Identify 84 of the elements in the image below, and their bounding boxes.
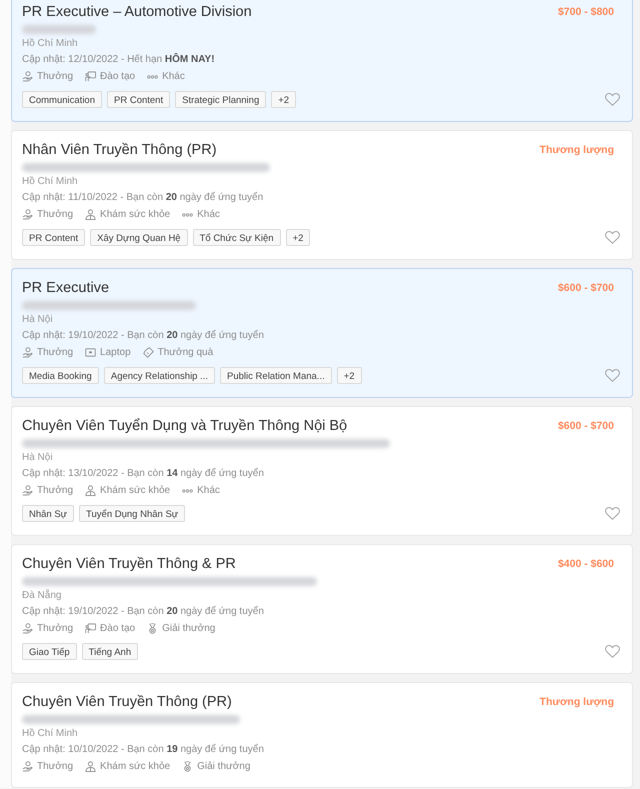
- benefit-label: Laptop: [100, 346, 131, 358]
- skill-tag: Tiếng Anh: [82, 642, 138, 660]
- person-icon: [85, 760, 96, 772]
- job-title[interactable]: PR Executive – Automotive Division: [22, 2, 252, 22]
- benefit-label: Khám sức khỏe: [100, 760, 170, 772]
- location-text: Hồ Chí Minh: [22, 175, 78, 189]
- benefit-label: Đào tạo: [100, 622, 136, 634]
- medal-icon: [147, 622, 158, 634]
- update-text: Cập nhật: 19/10/2022 - Bạn còn 20 ngày để ứng tuyển: [22, 328, 264, 343]
- location-text: Hà Nội: [22, 313, 53, 327]
- job-title[interactable]: Chuyên Viên Truyền Thông & PR: [22, 554, 236, 574]
- salary-text: $700 - $800: [558, 6, 614, 18]
- salary-text: $400 - $600: [558, 558, 614, 570]
- job-card[interactable]: Chuyên Viên Truyền Thông (PR) Thương lượng Hồ Chí Minh Cập nhật: 10/10/2022 - Bạn còn 19 ngày để ứng tuyển Thưởng Khám sức khỏe Giải thưởng: [11, 682, 633, 788]
- benefit-label: Khám sức khỏe: [100, 208, 170, 220]
- update-text: Cập nhật: 12/10/2022 - Hết hạn HÔM NAY!: [22, 52, 215, 67]
- benefit-label: Thưởng: [37, 622, 74, 634]
- job-card[interactable]: Chuyên Viên Tuyển Dụng và Truyền Thông Nội Bộ $600 - $700 Hà Nội Cập nhật: 13/10/2022 - Bạn còn 14 ngày để ứng tuyển Thưởng Khám sức khỏe Khác Nhân Sự Tuyển Dụng Nhân Sự: [11, 406, 633, 536]
- salary-text: $600 - $700: [558, 420, 614, 432]
- heart-icon[interactable]: [605, 230, 620, 244]
- salary-text: $600 - $700: [558, 282, 614, 294]
- heart-icon[interactable]: [605, 368, 620, 382]
- hand-coin-icon: [22, 70, 33, 82]
- benefit-label: Thưởng quà: [158, 346, 214, 358]
- benefit-label: Giải thưởng: [162, 622, 216, 634]
- job-title[interactable]: PR Executive: [22, 278, 110, 298]
- skill-tag: Communication: [22, 90, 102, 108]
- update-text: Cập nhật: 11/10/2022 - Bạn còn 20 ngày để ứng tuyển: [22, 190, 264, 205]
- more-tags-button[interactable]: +2: [271, 90, 296, 108]
- job-title[interactable]: Chuyên Viên Tuyển Dụng và Truyền Thông Nội Bộ: [22, 416, 348, 436]
- job-title[interactable]: Nhân Viên Truyền Thông (PR): [22, 140, 217, 160]
- salary-text: Thương lượng: [540, 696, 614, 708]
- skill-tag: Agency Relationship ...: [104, 366, 216, 384]
- skill-tag: Media Booking: [22, 366, 99, 384]
- job-card[interactable]: PR Executive $600 - $700 Hà Nội Cập nhật: 19/10/2022 - Bạn còn 20 ngày để ứng tuyển Thưởng Laptop Thưởng quà Media Booking Agency Relationship ... Public Relation Mana... +2: [11, 268, 633, 398]
- job-title[interactable]: Chuyên Viên Truyền Thông (PR): [22, 692, 232, 712]
- presentation-board-icon: [85, 70, 96, 82]
- location-text: Hồ Chí Minh: [22, 37, 78, 51]
- ticket-icon: [142, 346, 154, 358]
- location-text: Hà Nội: [22, 451, 53, 465]
- hand-coin-icon: [22, 484, 33, 496]
- hand-coin-icon: [22, 208, 33, 220]
- benefit-label: Thưởng: [37, 70, 74, 82]
- job-card[interactable]: Nhân Viên Truyền Thông (PR) Thương lượng Hồ Chí Minh Cập nhật: 11/10/2022 - Bạn còn 20 ngày để ứng tuyển Thưởng Khám sức khỏe Khác PR Content Xây Dựng Quan Hệ Tổ Chức Sự Kiện +2: [11, 130, 633, 260]
- job-card[interactable]: Chuyên Viên Truyền Thông & PR $400 - $600 Đà Nẵng Cập nhật: 19/10/2022 - Bạn còn 20 ngày để ứng tuyển Thưởng Đào tạo Giải thưởng Giao Tiếp Tiếng Anh: [11, 544, 633, 674]
- presentation-board-icon: [85, 622, 96, 634]
- skill-tag: Tuyển Dụng Nhân Sự: [79, 504, 186, 522]
- benefit-label: Khám sức khỏe: [100, 484, 170, 496]
- salary-text: Thương lượng: [540, 144, 614, 156]
- benefit-label: Đào tạo: [100, 70, 136, 82]
- location-text: Đà Nẵng: [22, 588, 62, 603]
- skill-tag: Tổ Chức Sự Kiện: [192, 228, 281, 246]
- skill-tag: Giao Tiếp: [22, 642, 77, 660]
- hand-coin-icon: [22, 622, 33, 634]
- benefit-label: Thưởng: [37, 346, 74, 358]
- benefit-label: Thưởng: [37, 484, 74, 496]
- location-text: Hồ Chí Minh: [22, 727, 78, 741]
- skill-tag: Strategic Planning: [175, 90, 266, 108]
- skill-tag: Public Relation Mana...: [220, 366, 332, 384]
- skill-tag: PR Content: [22, 228, 86, 246]
- heart-icon[interactable]: [605, 644, 620, 658]
- hand-coin-icon: [22, 346, 33, 358]
- benefit-label: Khác: [162, 70, 185, 82]
- job-card[interactable]: PR Executive – Automotive Division $700 - $800 Hồ Chí Minh Cập nhật: 12/10/2022 - Hết hạn HÔM NAY! Thưởng Đào tạo Khác Communication PR Content Strategic Planning +2: [11, 0, 633, 122]
- skill-tag: Nhân Sự: [22, 504, 74, 522]
- heart-icon[interactable]: [605, 92, 620, 106]
- more-tags-button[interactable]: +2: [336, 366, 362, 384]
- heart-icon[interactable]: [605, 506, 620, 520]
- skill-tag: PR Content: [107, 90, 170, 108]
- benefit-label: Thưởng: [37, 208, 74, 220]
- update-text: Cập nhật: 10/10/2022 - Bạn còn 19 ngày để ứng tuyển: [22, 742, 264, 757]
- person-icon: [85, 208, 96, 220]
- benefit-label: Khác: [197, 484, 220, 496]
- update-text: Cập nhật: 19/10/2022 - Bạn còn 20 ngày để ứng tuyển: [22, 604, 264, 619]
- hand-coin-icon: [22, 760, 33, 772]
- medal-icon: [182, 760, 194, 772]
- laptop-icon: [85, 346, 96, 358]
- update-text: Cập nhật: 13/10/2022 - Bạn còn 14 ngày để ứng tuyển: [22, 466, 264, 481]
- benefit-label: Khác: [197, 208, 220, 220]
- skill-tag: Xây Dựng Quan Hệ: [90, 228, 188, 246]
- benefit-label: Thưởng: [37, 760, 74, 772]
- more-tags-button[interactable]: +2: [286, 228, 310, 246]
- person-icon: [85, 484, 96, 496]
- benefit-label: Giải thưởng: [197, 760, 250, 772]
